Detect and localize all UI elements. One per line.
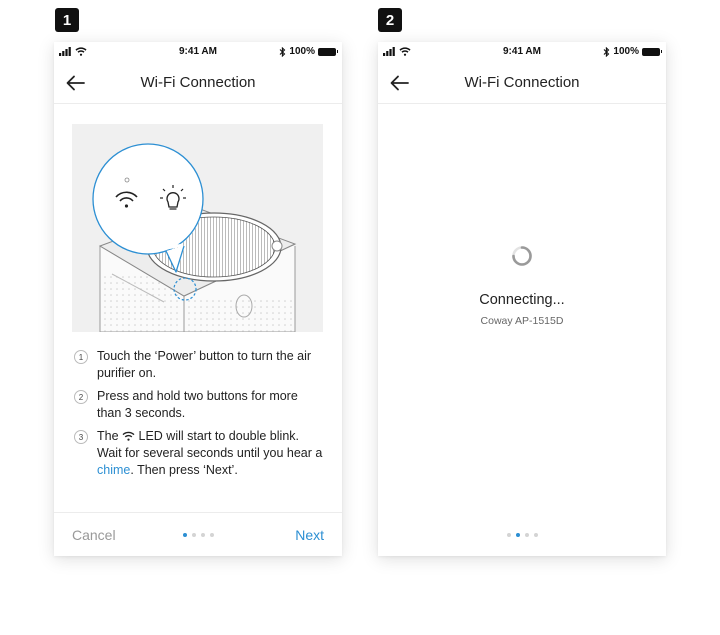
connecting-status: Connecting...: [479, 292, 565, 308]
instruction-text: Touch the ‘Power’ button to turn the air…: [97, 349, 312, 380]
bottom-bar: Cancel Next: [54, 512, 342, 556]
battery-percent: 100%: [289, 46, 315, 57]
instruction-number: 3: [74, 430, 88, 444]
instruction-text: Press and hold two buttons for more than…: [97, 389, 298, 420]
purifier-illustration: [72, 124, 323, 332]
step-badge-2: 2: [378, 8, 402, 32]
instruction-text-start: The: [97, 429, 123, 443]
chime-link[interactable]: chime: [97, 463, 130, 477]
nav-bar: Wi-Fi Connection: [54, 62, 342, 104]
page-dot-active: [515, 533, 520, 537]
page-title: Wi-Fi Connection: [140, 74, 256, 91]
air-purifier-drawing: [92, 143, 297, 332]
page-title: Wi-Fi Connection: [464, 74, 580, 91]
status-right-group: 100%: [603, 46, 662, 57]
instruction-number: 1: [74, 350, 88, 364]
device-name: Coway AP-1515D: [480, 315, 564, 327]
page-indicator: [378, 533, 666, 537]
page-dot: [506, 533, 511, 537]
instruction-number: 2: [74, 390, 88, 404]
bluetooth-icon: [604, 46, 610, 57]
status-bar: 9:41 AM 100%: [378, 42, 666, 62]
instruction-list: 1 Touch the ‘Power’ button to turn the a…: [74, 348, 324, 485]
instruction-item: 3 The LED will start to double blink. Wa…: [74, 428, 324, 479]
battery-icon: [642, 47, 662, 56]
nav-bar: Wi-Fi Connection: [378, 62, 666, 104]
phone-screen-2: 9:41 AM 100% Wi-Fi Connection Connecting…: [378, 42, 666, 556]
wifi-icon: [122, 431, 135, 441]
page-dot: [533, 533, 538, 537]
page-dot: [209, 533, 214, 537]
spinner-icon: [512, 246, 532, 266]
page-dot-active: [182, 533, 187, 537]
bluetooth-icon: [280, 46, 286, 57]
page-dot: [524, 533, 529, 537]
status-right-group: 100%: [279, 46, 338, 57]
instruction-item: 1 Touch the ‘Power’ button to turn the a…: [74, 348, 324, 382]
phone-screen-1: 9:41 AM 100% Wi-Fi Connection 1 Touch th…: [54, 42, 342, 556]
instruction-item: 2 Press and hold two buttons for more th…: [74, 388, 324, 422]
page-dot: [200, 533, 205, 537]
status-bar: 9:41 AM 100%: [54, 42, 342, 62]
next-button[interactable]: Next: [295, 527, 324, 543]
battery-percent: 100%: [613, 46, 639, 57]
instruction-text-end: . Then press ‘Next’.: [130, 463, 238, 477]
battery-icon: [318, 47, 338, 56]
page-dot: [191, 533, 196, 537]
step-badge-1: 1: [55, 8, 79, 32]
